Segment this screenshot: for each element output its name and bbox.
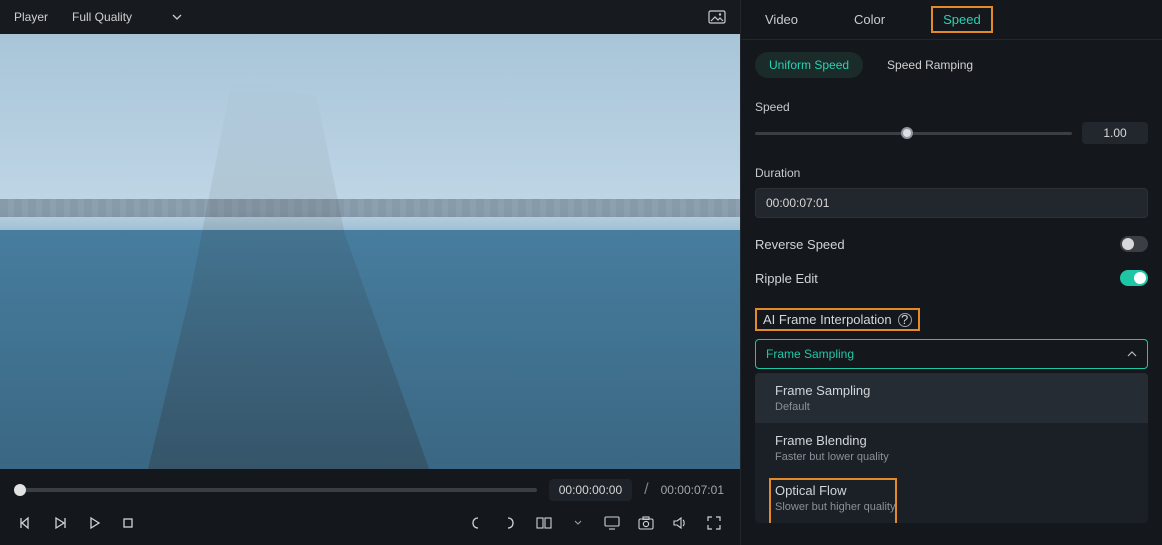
mark-out-icon[interactable]: [500, 513, 520, 533]
properties-panel: Video Color Speed Uniform Speed Speed Ra…: [740, 0, 1162, 545]
speed-slider-row: 1.00: [755, 122, 1148, 144]
total-time: 00:00:07:01: [661, 483, 724, 497]
play-forward-button[interactable]: [50, 513, 70, 533]
transport-controls: [16, 513, 724, 533]
mark-in-icon[interactable]: [466, 513, 486, 533]
speed-value[interactable]: 1.00: [1082, 122, 1148, 144]
option-subtitle: Faster but lower quality: [775, 451, 1128, 463]
player-label: Player: [14, 10, 48, 24]
ripple-edit-row: Ripple Edit: [755, 270, 1148, 286]
player-panel: Player Full Quality 00:00:00:00 / 00:00:…: [0, 0, 740, 545]
snapshot-icon[interactable]: [708, 10, 726, 24]
playhead[interactable]: [14, 484, 26, 496]
option-optical-flow[interactable]: Optical Flow Slower but higher quality: [755, 473, 1148, 523]
duration-label: Duration: [755, 166, 1148, 180]
speed-label: Speed: [755, 100, 1148, 114]
option-title: Optical Flow: [775, 483, 1128, 498]
camera-icon[interactable]: [636, 513, 656, 533]
quality-value: Full Quality: [72, 10, 132, 24]
player-controls-bar: 00:00:00:00 / 00:00:07:01: [0, 469, 740, 545]
interpolation-selected: Frame Sampling: [766, 347, 854, 361]
ripple-edit-toggle[interactable]: [1120, 270, 1148, 286]
display-icon[interactable]: [602, 513, 622, 533]
compare-icon[interactable]: [534, 513, 554, 533]
option-subtitle: Slower but higher quality: [775, 501, 1128, 513]
current-time[interactable]: 00:00:00:00: [549, 479, 632, 501]
reverse-speed-label: Reverse Speed: [755, 237, 845, 252]
ripple-edit-label: Ripple Edit: [755, 271, 818, 286]
speed-ramping-pill[interactable]: Speed Ramping: [873, 52, 987, 78]
interpolation-select[interactable]: Frame Sampling: [755, 339, 1148, 369]
option-frame-blending[interactable]: Frame Blending Faster but lower quality: [755, 423, 1148, 473]
chevron-down-icon: [172, 14, 182, 20]
tab-video[interactable]: Video: [755, 6, 808, 33]
chevron-up-icon: [1127, 351, 1137, 357]
stop-button[interactable]: [118, 513, 138, 533]
scrub-track[interactable]: [16, 488, 537, 492]
ai-frame-interpolation-label: AI Frame Interpolation: [763, 312, 892, 327]
video-preview[interactable]: [0, 34, 740, 469]
speed-mode-segmented: Uniform Speed Speed Ramping: [741, 40, 1162, 82]
speed-slider-thumb[interactable]: [901, 127, 913, 139]
play-button[interactable]: [84, 513, 104, 533]
uniform-speed-pill[interactable]: Uniform Speed: [755, 52, 863, 78]
prev-frame-button[interactable]: [16, 513, 36, 533]
player-top-bar: Player Full Quality: [0, 0, 740, 34]
fullscreen-icon[interactable]: [704, 513, 724, 533]
reverse-speed-toggle[interactable]: [1120, 236, 1148, 252]
help-icon[interactable]: ?: [898, 313, 912, 327]
volume-icon[interactable]: [670, 513, 690, 533]
chevron-down-icon[interactable]: [568, 513, 588, 533]
scrub-row: 00:00:00:00 / 00:00:07:01: [16, 479, 724, 501]
tab-color[interactable]: Color: [844, 6, 895, 33]
duration-input[interactable]: 00:00:07:01: [755, 188, 1148, 218]
option-title: Frame Sampling: [775, 383, 1128, 398]
tab-speed[interactable]: Speed: [931, 6, 993, 33]
option-title: Frame Blending: [775, 433, 1128, 448]
reverse-speed-row: Reverse Speed: [755, 236, 1148, 252]
option-subtitle: Default: [775, 401, 1128, 413]
speed-slider[interactable]: [755, 132, 1072, 135]
panel-body: Speed 1.00 Duration 00:00:07:01 Reverse …: [741, 82, 1162, 545]
interpolation-options: Frame Sampling Default Frame Blending Fa…: [755, 373, 1148, 523]
ai-frame-interpolation-heading: AI Frame Interpolation ?: [755, 308, 920, 331]
quality-dropdown[interactable]: Full Quality: [72, 10, 182, 24]
tab-row: Video Color Speed: [741, 0, 1162, 40]
option-frame-sampling[interactable]: Frame Sampling Default: [755, 373, 1148, 423]
